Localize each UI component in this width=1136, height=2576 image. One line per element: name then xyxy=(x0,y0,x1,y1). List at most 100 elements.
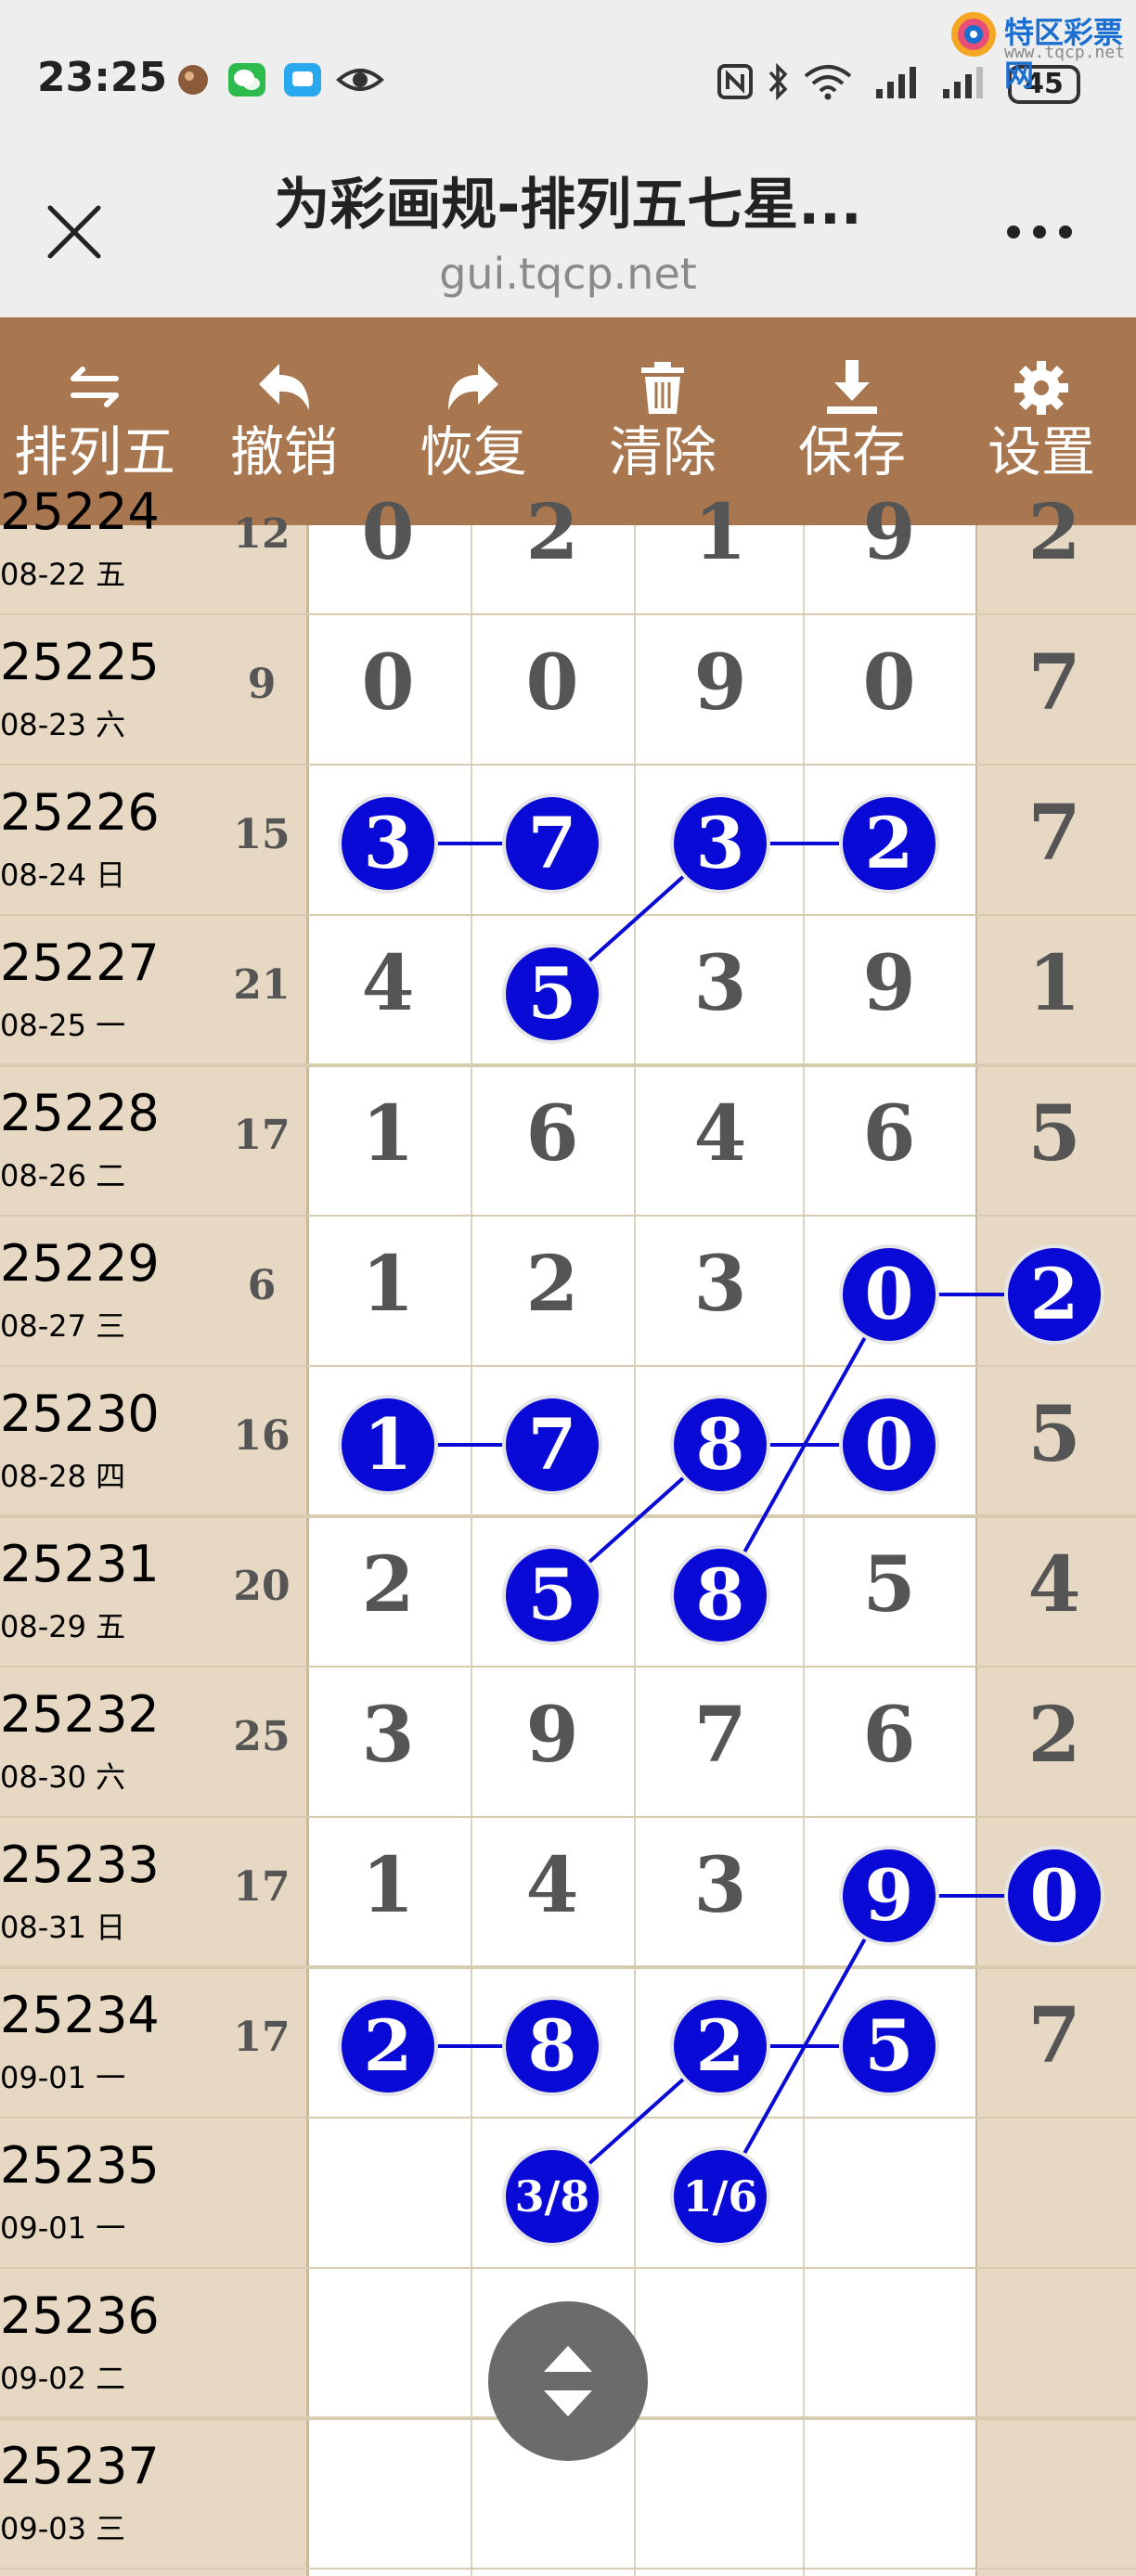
digit-cell[interactable]: 0 xyxy=(332,638,444,728)
digit-cell[interactable]: 0 xyxy=(332,488,444,577)
digit-cell[interactable]: 2 xyxy=(999,1691,1110,1780)
digit-cell[interactable]: 0 xyxy=(833,638,945,728)
issue-number: 25236 xyxy=(0,2286,160,2345)
circled-digit[interactable]: 2 xyxy=(843,797,936,890)
issue-number: 25237 xyxy=(0,2437,160,2495)
issue-date: 08-30 六 xyxy=(0,1759,126,1795)
circled-digit[interactable]: 5 xyxy=(843,2000,936,2093)
digit-cell[interactable]: 3 xyxy=(332,1691,444,1780)
circled-digit[interactable]: 8 xyxy=(674,1398,767,1491)
sum-value: 16 xyxy=(233,1412,290,1460)
issue-number: 25227 xyxy=(0,934,160,992)
digit-cell[interactable]: 9 xyxy=(833,488,945,577)
message-icon xyxy=(284,63,321,100)
circled-digit[interactable]: 0 xyxy=(1008,1849,1101,1942)
circled-digit[interactable]: 3/8 xyxy=(506,2150,599,2243)
digit-cell[interactable]: 3 xyxy=(665,1240,776,1329)
digit-cell[interactable]: 2 xyxy=(999,488,1110,577)
trend-grid[interactable]: 25224 08-22 五 12 0 2 1 9 2 25225 08-23 六 9 0 0 9 0 7 252… xyxy=(0,483,1136,2576)
digit-cell[interactable]: 1 xyxy=(332,1841,444,1930)
digit-cell[interactable]: 4 xyxy=(332,939,444,1028)
issue-date: 09-01 一 xyxy=(0,2060,126,2095)
digit-cell[interactable]: 7 xyxy=(999,638,1110,728)
digit-cell[interactable]: 2 xyxy=(497,1240,608,1329)
digit-cell[interactable]: 1 xyxy=(999,939,1110,1028)
circled-digit[interactable]: 0 xyxy=(843,1398,936,1491)
circled-digit[interactable]: 9 xyxy=(843,1849,936,1942)
digit-cell[interactable]: 3 xyxy=(665,1841,776,1930)
circled-digit[interactable]: 2 xyxy=(342,2000,434,2093)
table-row: 25224 08-22 五 12 0 2 1 9 2 xyxy=(0,464,1136,614)
digit-cell[interactable]: 7 xyxy=(999,1991,1110,2080)
issue-number: 25229 xyxy=(0,1234,160,1293)
sum-value: 15 xyxy=(233,811,290,858)
digit-cell[interactable]: 0 xyxy=(497,638,608,728)
digit-cell[interactable]: 5 xyxy=(999,1390,1110,1479)
circled-digit[interactable]: 8 xyxy=(674,1549,767,1642)
redo-icon xyxy=(448,364,498,410)
digit-cell[interactable]: 7 xyxy=(999,789,1110,878)
watermark: 特区彩票网 www.tqcp.net xyxy=(947,6,1132,93)
digit-cell[interactable]: 1 xyxy=(332,1240,444,1329)
issue-number: 25225 xyxy=(0,633,160,691)
digit-cell[interactable]: 4 xyxy=(665,1089,776,1179)
digit-cell[interactable]: 6 xyxy=(833,1691,945,1780)
watermark-logo-icon xyxy=(951,12,996,57)
circled-digit[interactable]: 7 xyxy=(506,797,599,890)
issue-date: 09-02 二 xyxy=(0,2361,126,2396)
more-options-button[interactable] xyxy=(993,204,1086,260)
table-row: 25225 08-23 六900907 xyxy=(0,614,1136,765)
circled-digit[interactable]: 1 xyxy=(342,1398,434,1491)
issue-number: 25233 xyxy=(0,1835,160,1894)
digit-cell[interactable]: 7 xyxy=(665,1691,776,1780)
circled-digit[interactable]: 5 xyxy=(506,947,599,1040)
digit-cell[interactable]: 2 xyxy=(497,488,608,577)
digit-cell[interactable]: 4 xyxy=(497,1841,608,1930)
up-down-arrows-icon xyxy=(544,2346,592,2416)
signal-icon-1 xyxy=(872,63,924,104)
digit-cell[interactable]: 6 xyxy=(497,1089,608,1179)
wifi-icon xyxy=(800,63,856,104)
circled-digit[interactable]: 5 xyxy=(506,1549,599,1642)
digit-cell[interactable]: 3 xyxy=(665,939,776,1028)
digit-cell[interactable]: 5 xyxy=(999,1089,1110,1179)
sum-value: 20 xyxy=(233,1563,290,1610)
issue-date: 08-24 日 xyxy=(0,857,126,893)
trash-icon xyxy=(641,362,684,414)
circled-digit[interactable]: 3 xyxy=(342,797,434,890)
circled-digit[interactable]: 8 xyxy=(506,2000,599,2093)
circled-digit[interactable]: 0 xyxy=(843,1248,936,1341)
eye-icon xyxy=(335,63,385,100)
wechat-icon xyxy=(228,63,265,100)
digit-cell[interactable]: 1 xyxy=(665,488,776,577)
scroll-toggle-button[interactable] xyxy=(488,2301,648,2461)
circled-digit[interactable]: 7 xyxy=(506,1398,599,1491)
digit-cell[interactable]: 4 xyxy=(999,1540,1110,1629)
circled-digit[interactable]: 2 xyxy=(1008,1248,1101,1341)
table-row: 25233 08-31 日 17 1 4 3 xyxy=(0,1817,1136,1967)
digit-cell[interactable]: 2 xyxy=(332,1540,444,1629)
issue-date: 08-27 三 xyxy=(0,1308,126,1344)
digit-cell[interactable]: 9 xyxy=(833,939,945,1028)
digit-cell[interactable]: 9 xyxy=(665,638,776,728)
table-row: 25229 08-27 三6123 xyxy=(0,1216,1136,1366)
undo-icon xyxy=(259,364,309,410)
swap-arrows-icon xyxy=(71,367,119,407)
digit-cell[interactable]: 1 xyxy=(332,1089,444,1179)
circled-digit[interactable]: 3 xyxy=(674,797,767,890)
digit-cell[interactable]: 9 xyxy=(497,1691,608,1780)
page-title: 为彩画规-排列五七星... xyxy=(274,173,862,238)
status-bar: 23:25 45 特区彩票网 www.tqcp.net xyxy=(0,0,1136,111)
issue-date: 08-29 五 xyxy=(0,1609,126,1644)
bluetooth-icon xyxy=(765,62,791,104)
circled-digit[interactable]: 1/6 xyxy=(674,2150,767,2243)
issue-date: 08-22 五 xyxy=(0,557,126,592)
clock: 23:25 xyxy=(37,54,168,101)
sum-value: 6 xyxy=(247,1262,277,1309)
digit-cell[interactable]: 6 xyxy=(833,1089,945,1179)
more-dots-icon xyxy=(1007,225,1072,238)
page-url: gui.tqcp.net xyxy=(439,249,697,299)
issue-date: 08-23 六 xyxy=(0,707,126,742)
digit-cell[interactable]: 5 xyxy=(833,1540,945,1629)
circled-digit[interactable]: 2 xyxy=(674,2000,767,2093)
